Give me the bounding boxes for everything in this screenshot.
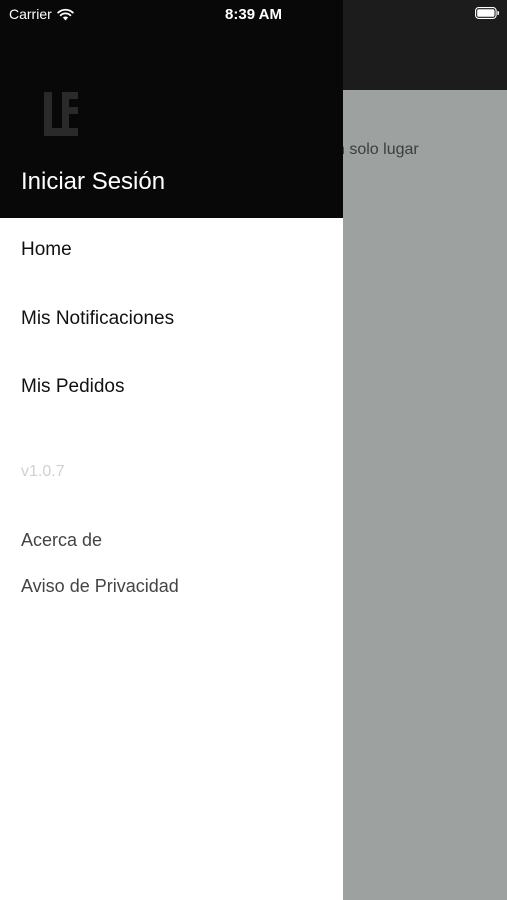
app-screen: n solo lugar Carrier 8:39 AM Iniciar Ses… <box>0 0 507 900</box>
menu-item-pedidos[interactable]: Mis Pedidos <box>21 376 125 398</box>
link-aviso-privacidad[interactable]: Aviso de Privacidad <box>21 576 179 597</box>
app-logo-icon <box>44 92 78 136</box>
background-partial-text: n solo lugar <box>336 141 419 158</box>
menu-item-home[interactable]: Home <box>21 239 72 261</box>
login-link[interactable]: Iniciar Sesión <box>21 168 165 196</box>
link-acerca-de[interactable]: Acerca de <box>21 530 102 551</box>
battery-icon <box>475 7 499 19</box>
drawer-header: Iniciar Sesión <box>0 0 343 218</box>
status-bar: Carrier 8:39 AM <box>0 0 507 30</box>
menu-item-notificaciones[interactable]: Mis Notificaciones <box>21 308 174 330</box>
side-drawer: Iniciar Sesión Home Mis Notificaciones M… <box>0 0 343 900</box>
status-time: 8:39 AM <box>225 6 282 23</box>
app-version: v1.0.7 <box>21 463 65 480</box>
